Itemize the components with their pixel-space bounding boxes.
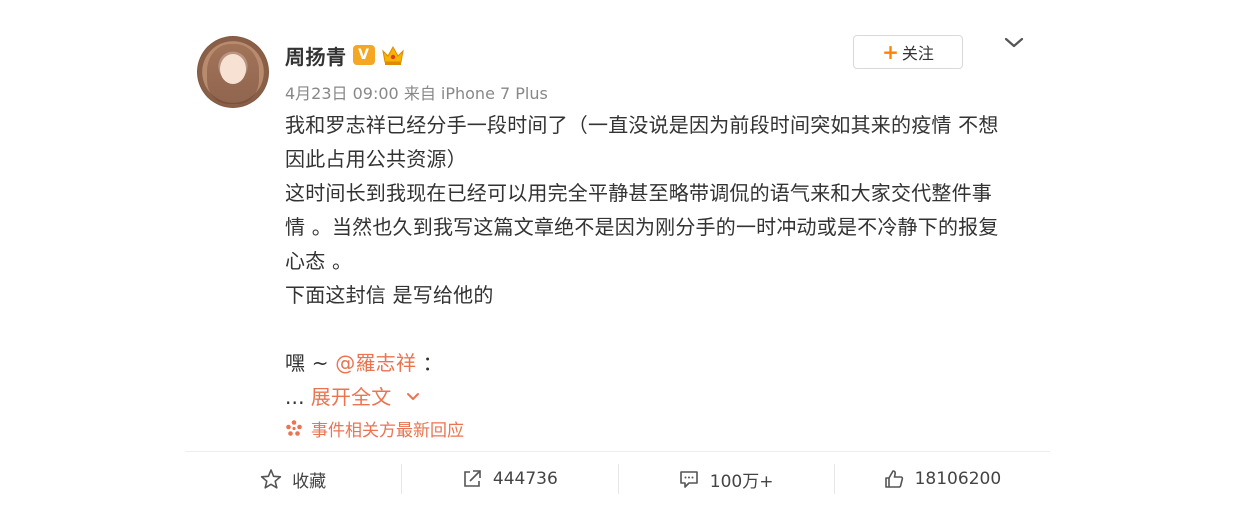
post-line: 心态 。 [285,249,353,273]
action-bar: 收藏 444736 100万+ 18106200 [185,452,1050,506]
weibo-post-card: 周扬青 V 4月23日 09:00 来自 iPhone 7 Plus + 关注 … [185,0,1050,506]
greeting-line: 嘿 ~ @羅志祥 ： [285,346,1030,380]
chevron-down-icon[interactable] [1003,34,1025,52]
event-link[interactable]: 事件相关方最新回应 [285,414,464,442]
sparkle-icon [286,420,302,436]
vip-crown-icon [381,45,404,65]
post-line: 因此占用公共资源） [285,147,467,171]
share-count: 444736 [492,469,558,489]
post-line: 情 。当然也久到我写这篇文章绝不是因为刚分手的一时冲动或是不冷静下的报复 [285,215,999,239]
expand-row: ... 展开全文 [285,380,1030,414]
follow-button[interactable]: + 关注 [853,35,963,69]
favorite-label: 收藏 [292,471,327,492]
greeting-suffix: ： [416,351,443,375]
follow-label: 关注 [901,44,934,63]
user-header: 周扬青 V [285,41,405,70]
post-body: 我和罗志祥已经分手一段时间了（一直没说是因为前段时间突如其来的疫情 不想 因此占… [285,108,1030,414]
comment-button[interactable]: 100万+ [617,452,834,506]
post-line: 这时间长到我现在已经可以用完全平静甚至略带调侃的语气来和大家交代整件事 [285,181,992,205]
star-icon [260,469,282,489]
user-mention-link[interactable]: @羅志祥 [335,351,416,375]
like-button[interactable]: 18106200 [833,452,1050,506]
favorite-button[interactable]: 收藏 [185,452,401,506]
share-button[interactable]: 444736 [401,452,617,506]
share-icon [464,470,481,487]
avatar[interactable] [197,36,269,108]
plus-icon: + [882,40,899,64]
comment-icon [679,471,698,488]
user-name[interactable]: 周扬青 [285,41,347,70]
post-line: 下面这封信 是写给他的 [285,283,494,307]
post-line: 我和罗志祥已经分手一段时间了（一直没说是因为前段时间突如其来的疫情 不想 [285,113,999,137]
ellipsis: ... [285,385,305,409]
thumbs-up-icon [884,470,903,488]
expand-full-text-link[interactable]: 展开全文 [311,380,392,414]
greeting-prefix: 嘿 ~ [285,351,336,375]
comment-count: 100万+ [709,471,774,492]
chevron-down-icon[interactable] [406,392,420,402]
event-label: 事件相关方最新回应 [311,420,464,441]
like-count: 18106200 [914,469,1002,489]
verified-badge-icon: V [352,45,375,65]
post-meta: 4月23日 09:00 来自 iPhone 7 Plus [285,84,548,103]
avatar-face [220,54,246,84]
